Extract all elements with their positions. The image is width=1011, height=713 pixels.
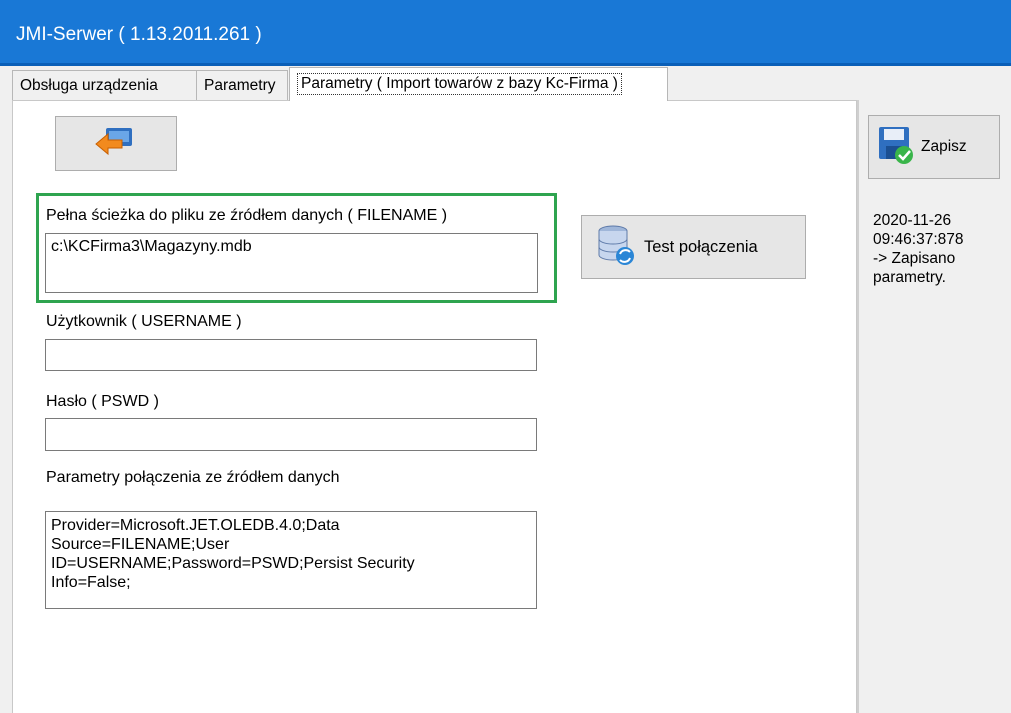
panel-divider	[857, 100, 859, 713]
test-connection-label: Test połączenia	[644, 237, 758, 256]
filename-label: Pełna ścieżka do pliku ze źródłem danych…	[46, 207, 448, 224]
filename-input[interactable]: c:\KCFirma3\Magazyny.mdb	[45, 233, 538, 293]
tab-import-parameters[interactable]: Parametry ( Import towarów z bazy Kc-Fir…	[289, 67, 668, 101]
save-button[interactable]: Zapisz	[868, 115, 1000, 179]
connection-params-textarea[interactable]: Provider=Microsoft.JET.OLEDB.4.0;Data So…	[45, 511, 537, 609]
arrow-back-icon	[94, 126, 138, 161]
side-panel	[857, 100, 1011, 713]
tab-parameters[interactable]: Parametry	[196, 70, 288, 100]
test-connection-button[interactable]: Test połączenia	[581, 215, 806, 279]
username-label: Użytkownik ( USERNAME )	[46, 313, 242, 330]
floppy-check-icon	[877, 125, 915, 170]
username-input[interactable]	[45, 339, 537, 371]
status-log: 2020-11-26 09:46:37:878 -> Zapisano para…	[873, 212, 964, 286]
tab-device-service[interactable]: Obsługa urządzenia	[12, 70, 197, 100]
tab-import-parameters-label: Parametry ( Import towarów z bazy Kc-Fir…	[297, 73, 622, 95]
database-refresh-icon	[596, 223, 636, 272]
password-label: Hasło ( PSWD )	[46, 393, 159, 410]
connection-params-label: Parametry połączenia ze źródłem danych	[46, 469, 340, 486]
password-input[interactable]	[45, 418, 537, 451]
save-label: Zapisz	[921, 138, 967, 155]
back-button[interactable]	[55, 116, 177, 171]
window-title: JMI-Serwer ( 1.13.2011.261 )	[16, 24, 262, 45]
